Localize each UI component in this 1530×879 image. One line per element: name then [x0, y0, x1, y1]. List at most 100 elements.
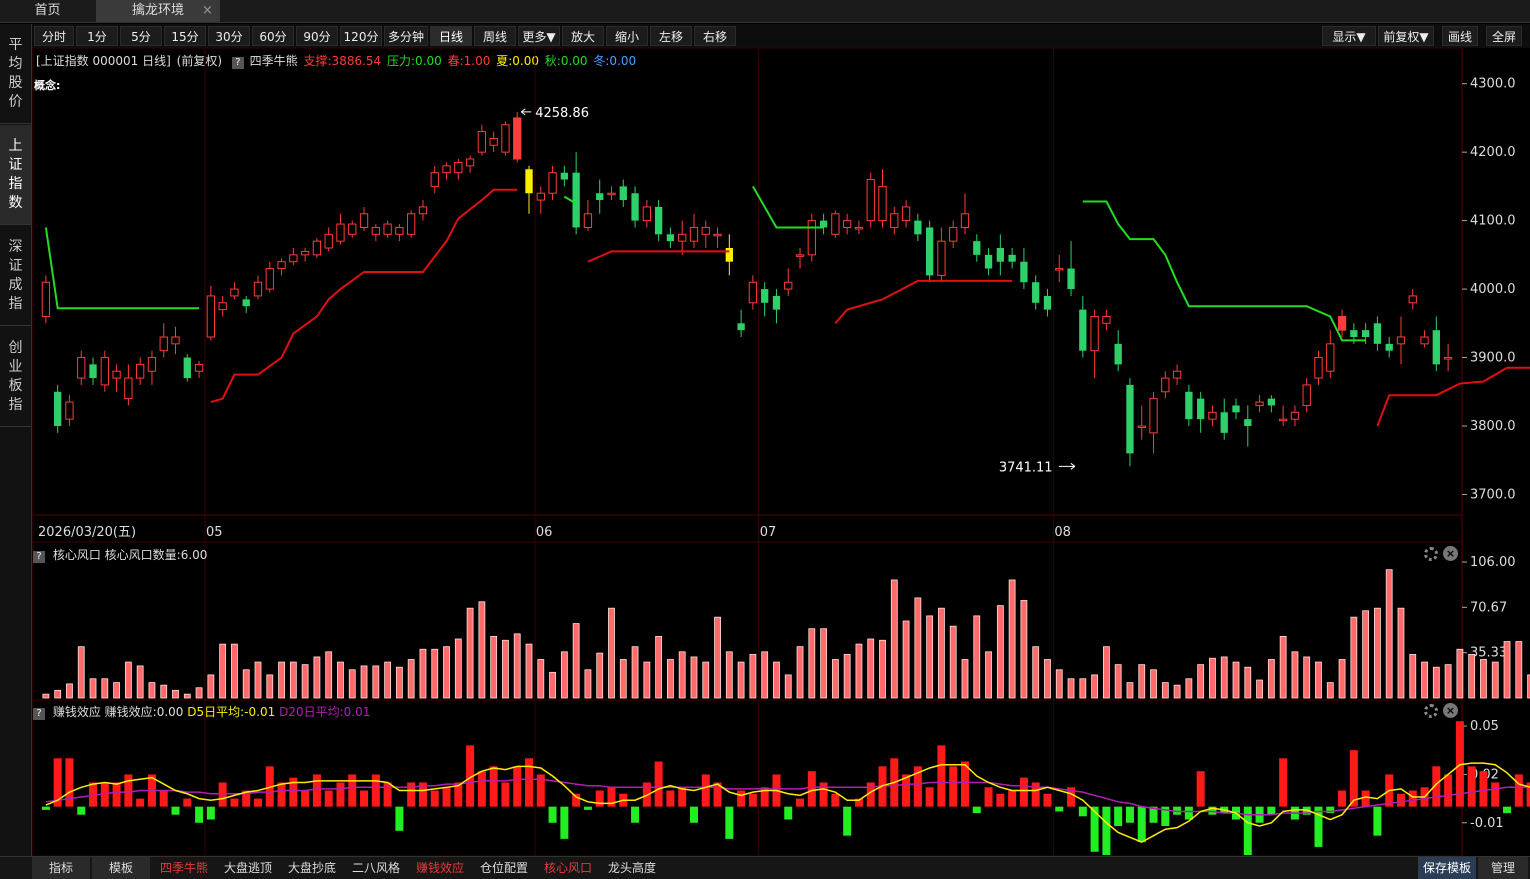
- candle-body: [1137, 425, 1146, 428]
- candle: [1432, 316, 1440, 372]
- volume-tick-label: 70.67: [1470, 600, 1507, 615]
- candle: [819, 213, 828, 235]
- volume-bar: [360, 665, 368, 699]
- candle: [1067, 241, 1075, 296]
- bottom-tab-core-wind[interactable]: 核心风口: [538, 857, 598, 879]
- money-bar: [937, 745, 946, 807]
- candle-body: [1032, 282, 1040, 303]
- candle: [418, 200, 428, 221]
- money-bar: [1503, 806, 1512, 814]
- bottom-tab-28-style[interactable]: 二八风格: [346, 857, 406, 879]
- bottom-tab-four-seasons[interactable]: 四季牛熊: [154, 857, 214, 879]
- money-bar: [1361, 790, 1370, 807]
- candle: [996, 234, 1004, 276]
- volume-bar: [808, 628, 816, 699]
- candle: [1161, 371, 1170, 399]
- manage-button[interactable]: 管理: [1478, 857, 1528, 879]
- bottom-tab-market-top[interactable]: 大盘逃顶: [218, 857, 278, 879]
- money-bar: [430, 790, 439, 807]
- volume-bar: [1114, 664, 1122, 699]
- candle: [501, 121, 510, 156]
- date-tick-label: 07: [760, 525, 777, 540]
- help-icon[interactable]: ?: [33, 551, 45, 563]
- volume-bar: [1150, 669, 1157, 699]
- candle: [960, 193, 970, 235]
- volume-bar: [1244, 666, 1252, 699]
- money-bar: [949, 766, 958, 807]
- bottom-tab-position[interactable]: 仓位配置: [474, 857, 534, 879]
- candle-body: [1126, 384, 1134, 454]
- volume-bar: [1020, 600, 1028, 699]
- money-bar: [253, 798, 262, 807]
- settings-gear-icon[interactable]: [1424, 704, 1438, 718]
- candle: [430, 165, 439, 194]
- candle: [265, 261, 274, 293]
- candle-body: [560, 172, 569, 180]
- candle-body: [1055, 268, 1064, 271]
- candle: [914, 213, 922, 242]
- volume-bar: [1515, 641, 1523, 699]
- candle: [289, 248, 298, 266]
- money-bar: [477, 771, 486, 807]
- candle: [54, 384, 62, 433]
- volume-bar: [348, 669, 356, 699]
- volume-bar: [1138, 664, 1146, 699]
- candle-body: [737, 323, 745, 331]
- bottom-bar: 指标 模板 四季牛熊 大盘逃顶 大盘抄底 二八风格 赚钱效应 仓位配置 核心风口…: [0, 856, 1530, 879]
- volume-bar: [926, 615, 934, 699]
- candle-body: [1079, 309, 1087, 351]
- candle-body: [725, 248, 733, 262]
- volume-bar: [289, 661, 297, 699]
- candle: [242, 295, 250, 314]
- bottom-tab-leader-height[interactable]: 龙头高度: [602, 857, 662, 879]
- candle-body: [596, 193, 604, 201]
- money-bar: [654, 761, 663, 807]
- candle: [807, 213, 816, 262]
- money-bar: [1267, 806, 1276, 815]
- money-bar: [312, 774, 321, 807]
- candle-body: [300, 250, 310, 256]
- candle-body: [631, 193, 639, 221]
- volume-bar: [985, 651, 992, 699]
- candle-body: [194, 363, 204, 372]
- bottom-tab-money-effect[interactable]: 赚钱效应: [410, 857, 470, 879]
- candle-body: [442, 165, 451, 174]
- candle: [1278, 405, 1288, 426]
- candle: [1220, 398, 1228, 440]
- candle-body: [583, 213, 593, 228]
- money-bar: [1479, 771, 1488, 807]
- bottom-tab-template[interactable]: 模板: [92, 857, 150, 879]
- money-bar: [831, 793, 840, 807]
- bottom-tab-indicator[interactable]: 指标: [32, 857, 90, 879]
- money-bar: [77, 806, 86, 815]
- money-bar: [230, 798, 239, 807]
- candle-body: [831, 213, 840, 235]
- candle: [854, 220, 864, 235]
- candle: [230, 282, 239, 300]
- kline-chart[interactable]: 4300.0 4200.0 4100.0 4000.0 3900.0 3800.0 3700…: [0, 0, 1530, 856]
- volume-bar: [113, 682, 120, 699]
- candle-body: [1396, 336, 1406, 345]
- volume-bar: [702, 661, 710, 699]
- candle-body: [1232, 405, 1240, 413]
- candle: [89, 357, 97, 385]
- save-template-button[interactable]: 保存模板: [1418, 857, 1476, 879]
- help-icon[interactable]: ?: [33, 708, 45, 720]
- volume-bar: [867, 638, 875, 699]
- candle: [1244, 405, 1252, 447]
- settings-gear-icon[interactable]: [1424, 547, 1438, 561]
- candle-body: [218, 302, 227, 311]
- money-bar: [1514, 774, 1523, 807]
- candle: [925, 220, 934, 283]
- candle-body: [136, 363, 145, 379]
- close-panel-icon[interactable]: ×: [1443, 703, 1458, 718]
- candle-body: [890, 213, 899, 228]
- bottom-tab-market-bottom[interactable]: 大盘抄底: [282, 857, 342, 879]
- money-bar: [1444, 774, 1453, 807]
- candle: [1267, 395, 1276, 413]
- candle-body: [761, 289, 769, 303]
- candle-body: [407, 213, 416, 235]
- money-bar: [1137, 806, 1146, 843]
- volume-bar: [1161, 682, 1169, 699]
- close-panel-icon[interactable]: ×: [1443, 546, 1458, 561]
